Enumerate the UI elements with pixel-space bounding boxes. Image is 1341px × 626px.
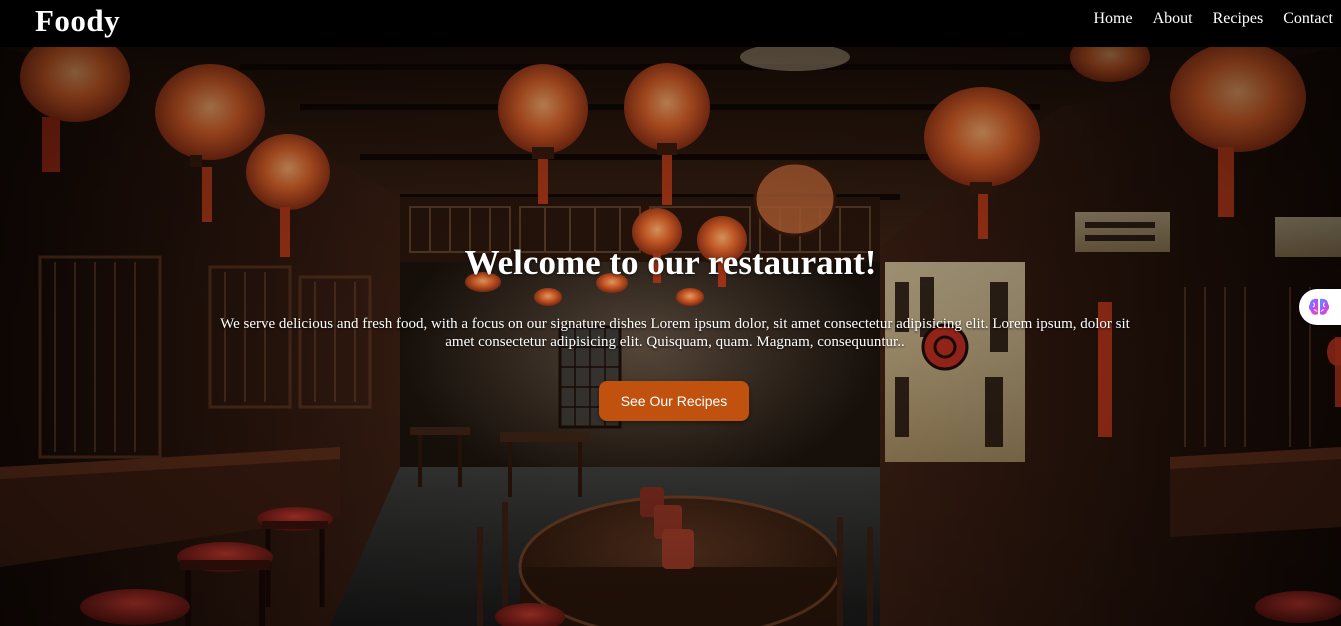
hero-description: We serve delicious and fresh food, with … — [220, 316, 1130, 350]
nav-item-contact: Contact — [1283, 10, 1333, 28]
nav-link-contact[interactable]: Contact — [1283, 10, 1333, 27]
navbar: Foody Home About Recipes Contact — [0, 0, 1341, 47]
nav-link-home[interactable]: Home — [1093, 10, 1132, 27]
see-recipes-button[interactable]: See Our Recipes — [599, 381, 749, 421]
brand-logo[interactable]: Foody — [35, 3, 120, 39]
floating-assistant-widget[interactable] — [1299, 289, 1341, 325]
nav-link-recipes[interactable]: Recipes — [1213, 10, 1264, 27]
brain-icon — [1308, 298, 1330, 315]
nav-link-about[interactable]: About — [1153, 10, 1193, 27]
nav-item-home: Home — [1093, 10, 1132, 28]
page: Foody Home About Recipes Contact Welcome… — [0, 0, 1341, 626]
nav-item-about: About — [1153, 10, 1193, 28]
nav-item-recipes: Recipes — [1213, 10, 1264, 28]
nav-links: Home About Recipes Contact — [1093, 10, 1333, 28]
hero-title: Welcome to our restaurant! — [464, 243, 877, 282]
